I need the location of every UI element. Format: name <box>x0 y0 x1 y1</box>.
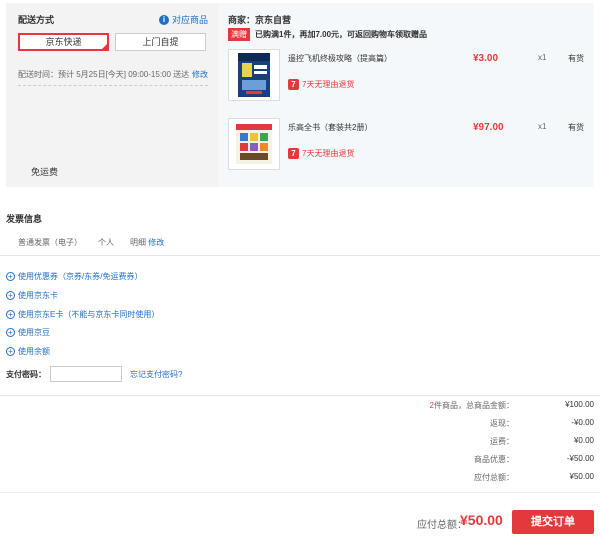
return-policy-label: 7天无理由退货 <box>302 80 355 89</box>
use-balance-label: 使用余额 <box>18 347 50 356</box>
invoice-type: 普通发票（电子） <box>18 238 82 247</box>
return-policy: 7 7天无理由退货 <box>288 148 354 159</box>
item-stock-status: 有货 <box>568 54 584 63</box>
goods-total-label: 2件商品，总商品金额： <box>430 400 514 411</box>
item-stock-status: 有货 <box>568 123 584 132</box>
use-jd-beans-toggle[interactable]: + 使用京豆 <box>6 327 50 338</box>
item-name[interactable]: 遥控飞机终极攻略（提高篇） <box>288 53 448 64</box>
payment-password-row: 支付密码： 忘记支付密码? <box>6 366 182 382</box>
promo-tag: 满赠 <box>228 28 250 41</box>
item-quantity: x1 <box>538 53 547 62</box>
cashback-label: 返现： <box>490 419 514 428</box>
plus-icon: + <box>6 328 15 337</box>
item-name[interactable]: 乐高全书（套装共2册） <box>288 122 448 133</box>
delivery-time-row: 配送时间：预计 5月25日[今天] 09:00-15:00 送达 修改 <box>18 69 210 80</box>
divider <box>0 255 600 256</box>
invoice-details: 普通发票（电子） 个人 明细 修改 <box>18 237 164 248</box>
plus-icon: + <box>6 272 15 281</box>
promo-text: 已购满1件，再加7.00元，可返回购物车领取赠品 <box>255 30 428 39</box>
invoice-content: 明细 修改 <box>130 237 164 248</box>
return-policy-icon: 7 <box>288 79 299 90</box>
forgot-password-link[interactable]: 忘记支付密码? <box>130 369 182 380</box>
freight-value: ¥0.00 <box>573 436 594 445</box>
use-jd-card-toggle[interactable]: + 使用京东卡 <box>6 290 58 301</box>
order-item: 乐高全书（套装共2册） ¥97.00 x1 有货 7 7天无理由退货 <box>228 118 592 172</box>
cashback-value: -¥0.00 <box>571 418 594 427</box>
return-policy-icon: 7 <box>288 148 299 159</box>
use-coupon-toggle[interactable]: + 使用优惠券（京券/东券/免运费券） <box>6 271 142 282</box>
return-policy-label: 7天无理由退货 <box>302 149 355 158</box>
payable-label: 应付总额： <box>474 473 514 482</box>
shipping-method-label: 配送方式 <box>18 15 55 25</box>
compare-items-link[interactable]: i 对应商品 <box>158 13 208 26</box>
payment-password-label: 支付密码： <box>6 369 46 379</box>
plus-icon: + <box>6 347 15 356</box>
use-jd-ecard-toggle[interactable]: + 使用京东E卡（不能与京东卡同时使用） <box>6 309 159 320</box>
use-jd-beans-label: 使用京豆 <box>18 328 50 337</box>
delivery-time-value: 预计 5月25日[今天] 09:00-15:00 送达 <box>58 70 190 79</box>
footer-total-amount: ¥50.00 <box>460 512 503 528</box>
divider <box>0 492 600 493</box>
compare-items-label: 对应商品 <box>171 15 208 25</box>
discount-label: 商品优惠： <box>474 455 514 464</box>
goods-total-text: 件商品，总商品金额： <box>434 401 514 410</box>
free-shipping-label: 免运费 <box>31 167 59 177</box>
payment-password-input[interactable] <box>50 366 122 382</box>
divider <box>0 395 600 396</box>
use-balance-toggle[interactable]: + 使用余额 <box>6 346 50 357</box>
payable-value: ¥50.00 <box>569 472 594 481</box>
book-cover-thumbnail[interactable] <box>228 49 280 101</box>
delivery-time-label: 配送时间： <box>18 70 58 79</box>
freight-label: 运费： <box>490 437 514 446</box>
invoice-owner: 个人 <box>98 238 114 247</box>
discount-value: -¥50.00 <box>566 454 594 463</box>
promo-row: 满赠 已购满1件，再加7.00元，可返回购物车领取赠品 <box>228 28 427 41</box>
info-icon: i <box>158 14 169 25</box>
submit-order-button[interactable]: 提交订单 <box>512 510 594 534</box>
use-jd-card-label: 使用京东卡 <box>18 291 58 300</box>
goods-total-value: ¥100.00 <box>565 400 594 409</box>
invoice-modify-link[interactable]: 修改 <box>148 238 164 247</box>
item-quantity: x1 <box>538 122 547 131</box>
jd-express-option[interactable]: 京东快递 <box>18 33 109 51</box>
invoice-content-label: 明细 <box>130 238 146 247</box>
item-price: ¥97.00 <box>473 122 504 133</box>
book-cover-thumbnail[interactable] <box>228 118 280 170</box>
item-price: ¥3.00 <box>473 53 499 64</box>
divider <box>18 85 208 86</box>
shipping-method-column: 配送方式 i 对应商品 京东快递 上门自提 配送时间：预计 5月25日[今天] … <box>6 3 212 187</box>
plus-icon: + <box>6 291 15 300</box>
order-items-column: 商家：京东自营 满赠 已购满1件，再加7.00元，可返回购物车领取赠品 遥控飞机… <box>218 3 594 187</box>
return-policy: 7 7天无理由退货 <box>288 79 354 90</box>
use-coupon-label: 使用优惠券（京券/东券/免运费券） <box>18 272 143 281</box>
invoice-section-title: 发票信息 <box>6 214 43 224</box>
seller-name: 商家：京东自营 <box>228 15 292 25</box>
plus-icon: + <box>6 310 15 319</box>
delivery-time-modify-link[interactable]: 修改 <box>192 69 208 80</box>
use-jd-ecard-label: 使用京东E卡（不能与京东卡同时使用） <box>18 310 160 319</box>
order-item: 遥控飞机终极攻略（提高篇） ¥3.00 x1 有货 7 7天无理由退货 <box>228 49 592 103</box>
delivery-panel: 配送方式 i 对应商品 京东快递 上门自提 配送时间：预计 5月25日[今天] … <box>6 3 594 187</box>
self-pickup-option[interactable]: 上门自提 <box>115 33 206 51</box>
